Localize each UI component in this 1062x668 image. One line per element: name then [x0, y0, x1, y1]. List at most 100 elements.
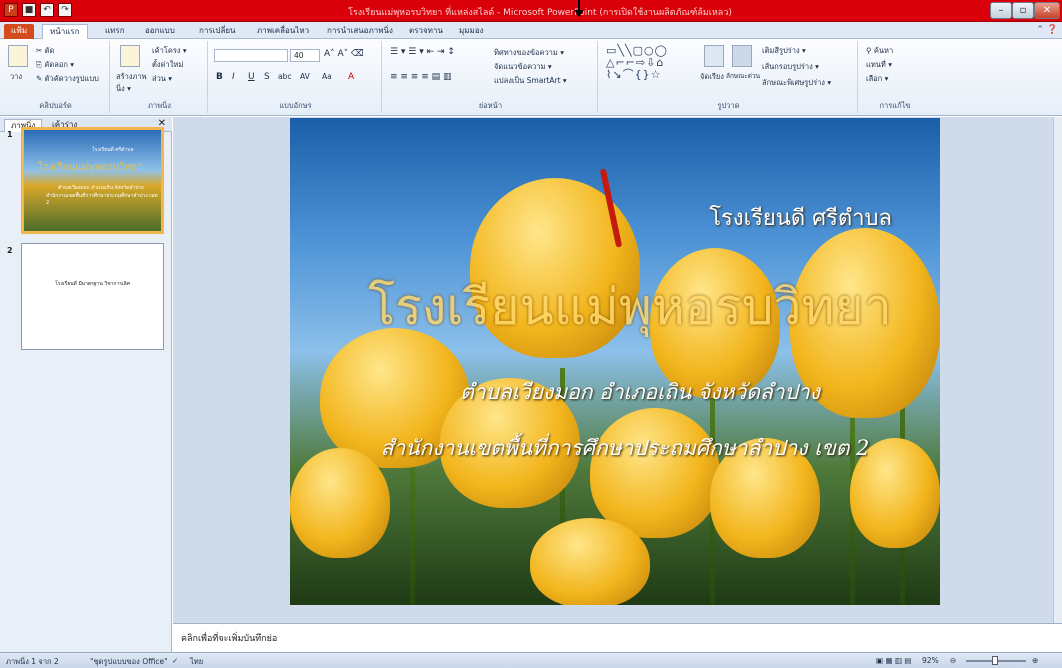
help-icon[interactable]: ⌃ ❓ [1036, 25, 1058, 35]
font-color-button[interactable]: A [348, 72, 354, 82]
tab-review[interactable]: ตรวจทาน [402, 24, 450, 39]
maximize-button[interactable]: ▫ [1012, 2, 1034, 19]
slide-subtitle-line2[interactable]: ตำบลเวียงมอก อำเภอเถิน จังหวัดลำปาง [360, 376, 920, 409]
slide-thumbnail-1[interactable]: โรงเรียนดี ศรีตำบล โรงเรียนแม่พุหอรบวิทย… [21, 127, 164, 234]
slide-main-title[interactable]: โรงเรียนแม่พุหอรบวิทยา [350, 268, 910, 347]
theme-name[interactable]: "ชุดรูปแบบของ Office" [90, 656, 168, 668]
drawing-group: ▭╲╲▢○◯ △⌐⌐⇨⇩⌂ ⌇↘⌒{}☆ จัดเรียง ลักษณะด่วน… [600, 41, 858, 113]
editing-group: ⚲ ค้นหา แทนที่ ▾ เลือก ▾ การแก้ไข [860, 41, 930, 113]
italic-button[interactable]: I [232, 72, 235, 82]
font-label: แบบอักษร [279, 101, 312, 110]
spellcheck-icon[interactable]: ✓ [172, 656, 178, 665]
tulip-flower [590, 408, 720, 538]
arrange-icon[interactable] [704, 45, 724, 67]
drawing-label: รูปวาด [717, 101, 740, 110]
tulip-flower [530, 518, 650, 605]
shape-outline-button[interactable]: เส้นกรอบรูปร่าง ▾ [762, 61, 819, 73]
copy-button[interactable]: ⎘ คัดลอก ▾ [36, 59, 74, 71]
font-size-select[interactable]: 40 [290, 49, 320, 62]
slide-canvas[interactable]: โรงเรียนดี ศรีตำบล โรงเรียนแม่พุหอรบวิทย… [290, 118, 940, 605]
tab-file[interactable]: แฟ้ม [4, 24, 35, 39]
cut-button[interactable]: ✂ ตัด [36, 45, 54, 57]
new-slide-button[interactable]: สร้างภาพนิ่ง ▾ [116, 71, 150, 95]
replace-button[interactable]: แทนที่ ▾ [866, 59, 892, 71]
slide-counter: ภาพนิ่ง 1 จาก 2 [6, 657, 59, 666]
clipboard-group: วาง ✂ ตัด ⎘ คัดลอก ▾ ✎ ตัวคัดวางรูปแบบ ค… [2, 41, 110, 113]
strike-button[interactable]: S [264, 72, 270, 82]
smartart-button[interactable]: แปลงเป็น SmartArt ▾ [494, 75, 567, 87]
slides-group: สร้างภาพนิ่ง ▾ เค้าโครง ▾ ตั้งค่าใหม่ ส่… [112, 41, 208, 113]
zoom-in-icon[interactable]: ⊕ [1032, 656, 1038, 665]
powerpoint-icon[interactable]: P [4, 3, 18, 17]
tab-slideshow[interactable]: การนำเสนอภาพนิ่ง [320, 24, 400, 39]
redo-icon[interactable]: ↷ [58, 3, 72, 17]
status-bar: ภาพนิ่ง 1 จาก 2 "ชุดรูปแบบของ Office" ✓ … [0, 652, 1062, 668]
quick-access-toolbar: P ■ ↶ ↷ [4, 3, 72, 17]
view-buttons-icon[interactable]: ▣ ▦ ▥ ▤ [876, 656, 912, 665]
quick-styles-icon[interactable] [732, 45, 752, 67]
font-name-select[interactable] [214, 49, 288, 62]
thumb-text: โรงเรียนดี มีมาตรฐาน วิชาการเลิศ [55, 281, 130, 287]
paste-button[interactable]: วาง [10, 71, 22, 83]
paragraph-group: ☰ ▾ ☰ ▾ ⇤ ⇥ ↕ ≡ ≡ ≡ ≡ ▤ ▥ ทิศทางของข้อคว… [384, 41, 598, 113]
thumb-number-2: 2 [7, 246, 13, 255]
powerpoint-window: P ■ ↶ ↷ โรงเรียนแม่พุหอรบวิทยา ที่แหล่งส… [0, 0, 1062, 668]
text-direction-button[interactable]: ทิศทางของข้อความ ▾ [494, 47, 564, 59]
thumb-subtitle-2: สำนักงานเขตพื้นที่การศึกษาประถมศึกษาลำปา… [46, 193, 158, 206]
thumb-subtitle: ตำบลเวียงมอก อำเภอเถิน จังหวัดลำปาง [58, 185, 144, 191]
shapes-gallery[interactable]: ▭╲╲▢○◯ △⌐⌐⇨⇩⌂ ⌇↘⌒{}☆ [606, 45, 668, 81]
shape-effects-button[interactable]: ลักษณะพิเศษรูปร่าง ▾ [762, 77, 831, 89]
thumb-title: โรงเรียนดี ศรีตำบล [92, 147, 134, 153]
bold-button[interactable]: B [216, 72, 223, 82]
layout-button[interactable]: เค้าโครง ▾ [152, 45, 187, 57]
clipboard-label: คลิปบอร์ด [39, 101, 72, 110]
tab-home[interactable]: หน้าแรก [42, 24, 88, 39]
tulip-stem [410, 448, 415, 605]
format-painter-button[interactable]: ✎ ตัวคัดวางรูปแบบ [36, 73, 99, 85]
bullets-icon[interactable]: ☰ ▾ ☰ ▾ ⇤ ⇥ ↕ [390, 47, 455, 57]
align-text-button[interactable]: จัดแนวข้อความ ▾ [494, 61, 552, 73]
tab-view[interactable]: มุมมอง [452, 24, 491, 39]
spacing-button[interactable]: AV [300, 72, 310, 81]
change-case-button[interactable]: Aa [322, 72, 332, 81]
find-button[interactable]: ⚲ ค้นหา [866, 45, 893, 57]
zoom-slider-handle[interactable] [992, 656, 998, 665]
underline-button[interactable]: U [248, 72, 255, 82]
tab-transitions[interactable]: การเปลี่ยน [192, 24, 243, 39]
notes-pane[interactable]: คลิกเพื่อที่จะเพิ่มบันทึกย่อ [173, 623, 1062, 652]
new-slide-icon[interactable] [120, 45, 140, 67]
font-group: 40 A˄ A˅ ⌫ B I U S abc AV Aa A แบบอักษร [210, 41, 382, 113]
annotation-arrow-head [574, 10, 584, 17]
undo-icon[interactable]: ↶ [40, 3, 54, 17]
zoom-out-icon[interactable]: ⊖ [950, 656, 956, 665]
ribbon-tabs: แฟ้ม หน้าแรก แทรก ออกแบบ การเปลี่ยน ภาพเ… [0, 22, 1062, 39]
grow-font-icon[interactable]: A˄ A˅ ⌫ [324, 49, 364, 59]
paste-icon[interactable] [8, 45, 28, 67]
minimize-button[interactable]: – [990, 2, 1012, 19]
arrange-button[interactable]: จัดเรียง [700, 71, 724, 83]
tab-design[interactable]: ออกแบบ [138, 24, 182, 39]
slide-subtitle-line3[interactable]: สำนักงานเขตพื้นที่การศึกษาประถมศึกษาลำปา… [320, 432, 930, 465]
tab-animations[interactable]: ภาพเคลื่อนไหว [250, 24, 316, 39]
vertical-scrollbar[interactable] [1053, 117, 1062, 623]
language-indicator[interactable]: ไทย [190, 656, 203, 668]
brush-icon: ✎ [36, 74, 45, 83]
window-title: โรงเรียนแม่พุหอรบวิทยา ที่แหล่งสไลด์ - M… [348, 8, 732, 18]
ribbon: วาง ✂ ตัด ⎘ คัดลอก ▾ ✎ ตัวคัดวางรูปแบบ ค… [0, 39, 1062, 116]
close-button[interactable]: ✕ [1034, 2, 1060, 19]
shape-fill-button[interactable]: เติมสีรูปร่าง ▾ [762, 45, 806, 57]
thumb-number-1: 1 [7, 130, 13, 139]
save-icon[interactable]: ■ [22, 3, 36, 17]
reset-button[interactable]: ตั้งค่าใหม่ [152, 59, 183, 71]
thumb-main-title: โรงเรียนแม่พุหอรบวิทยา [38, 162, 143, 173]
shadow-button[interactable]: abc [278, 72, 291, 81]
binoculars-icon: ⚲ [866, 46, 874, 55]
tab-insert[interactable]: แทรก [98, 24, 132, 39]
slide-subtitle-top[interactable]: โรงเรียนดี ศรีตำบล [709, 200, 892, 235]
slide-thumbnail-2[interactable]: โรงเรียนดี มีมาตรฐาน วิชาการเลิศ [21, 243, 164, 350]
align-icons[interactable]: ≡ ≡ ≡ ≡ ▤ ▥ [390, 72, 451, 82]
zoom-level[interactable]: 92% [922, 656, 939, 665]
quick-styles-button[interactable]: ลักษณะด่วน [726, 71, 760, 81]
select-button[interactable]: เลือก ▾ [866, 73, 888, 85]
section-button[interactable]: ส่วน ▾ [152, 73, 172, 85]
